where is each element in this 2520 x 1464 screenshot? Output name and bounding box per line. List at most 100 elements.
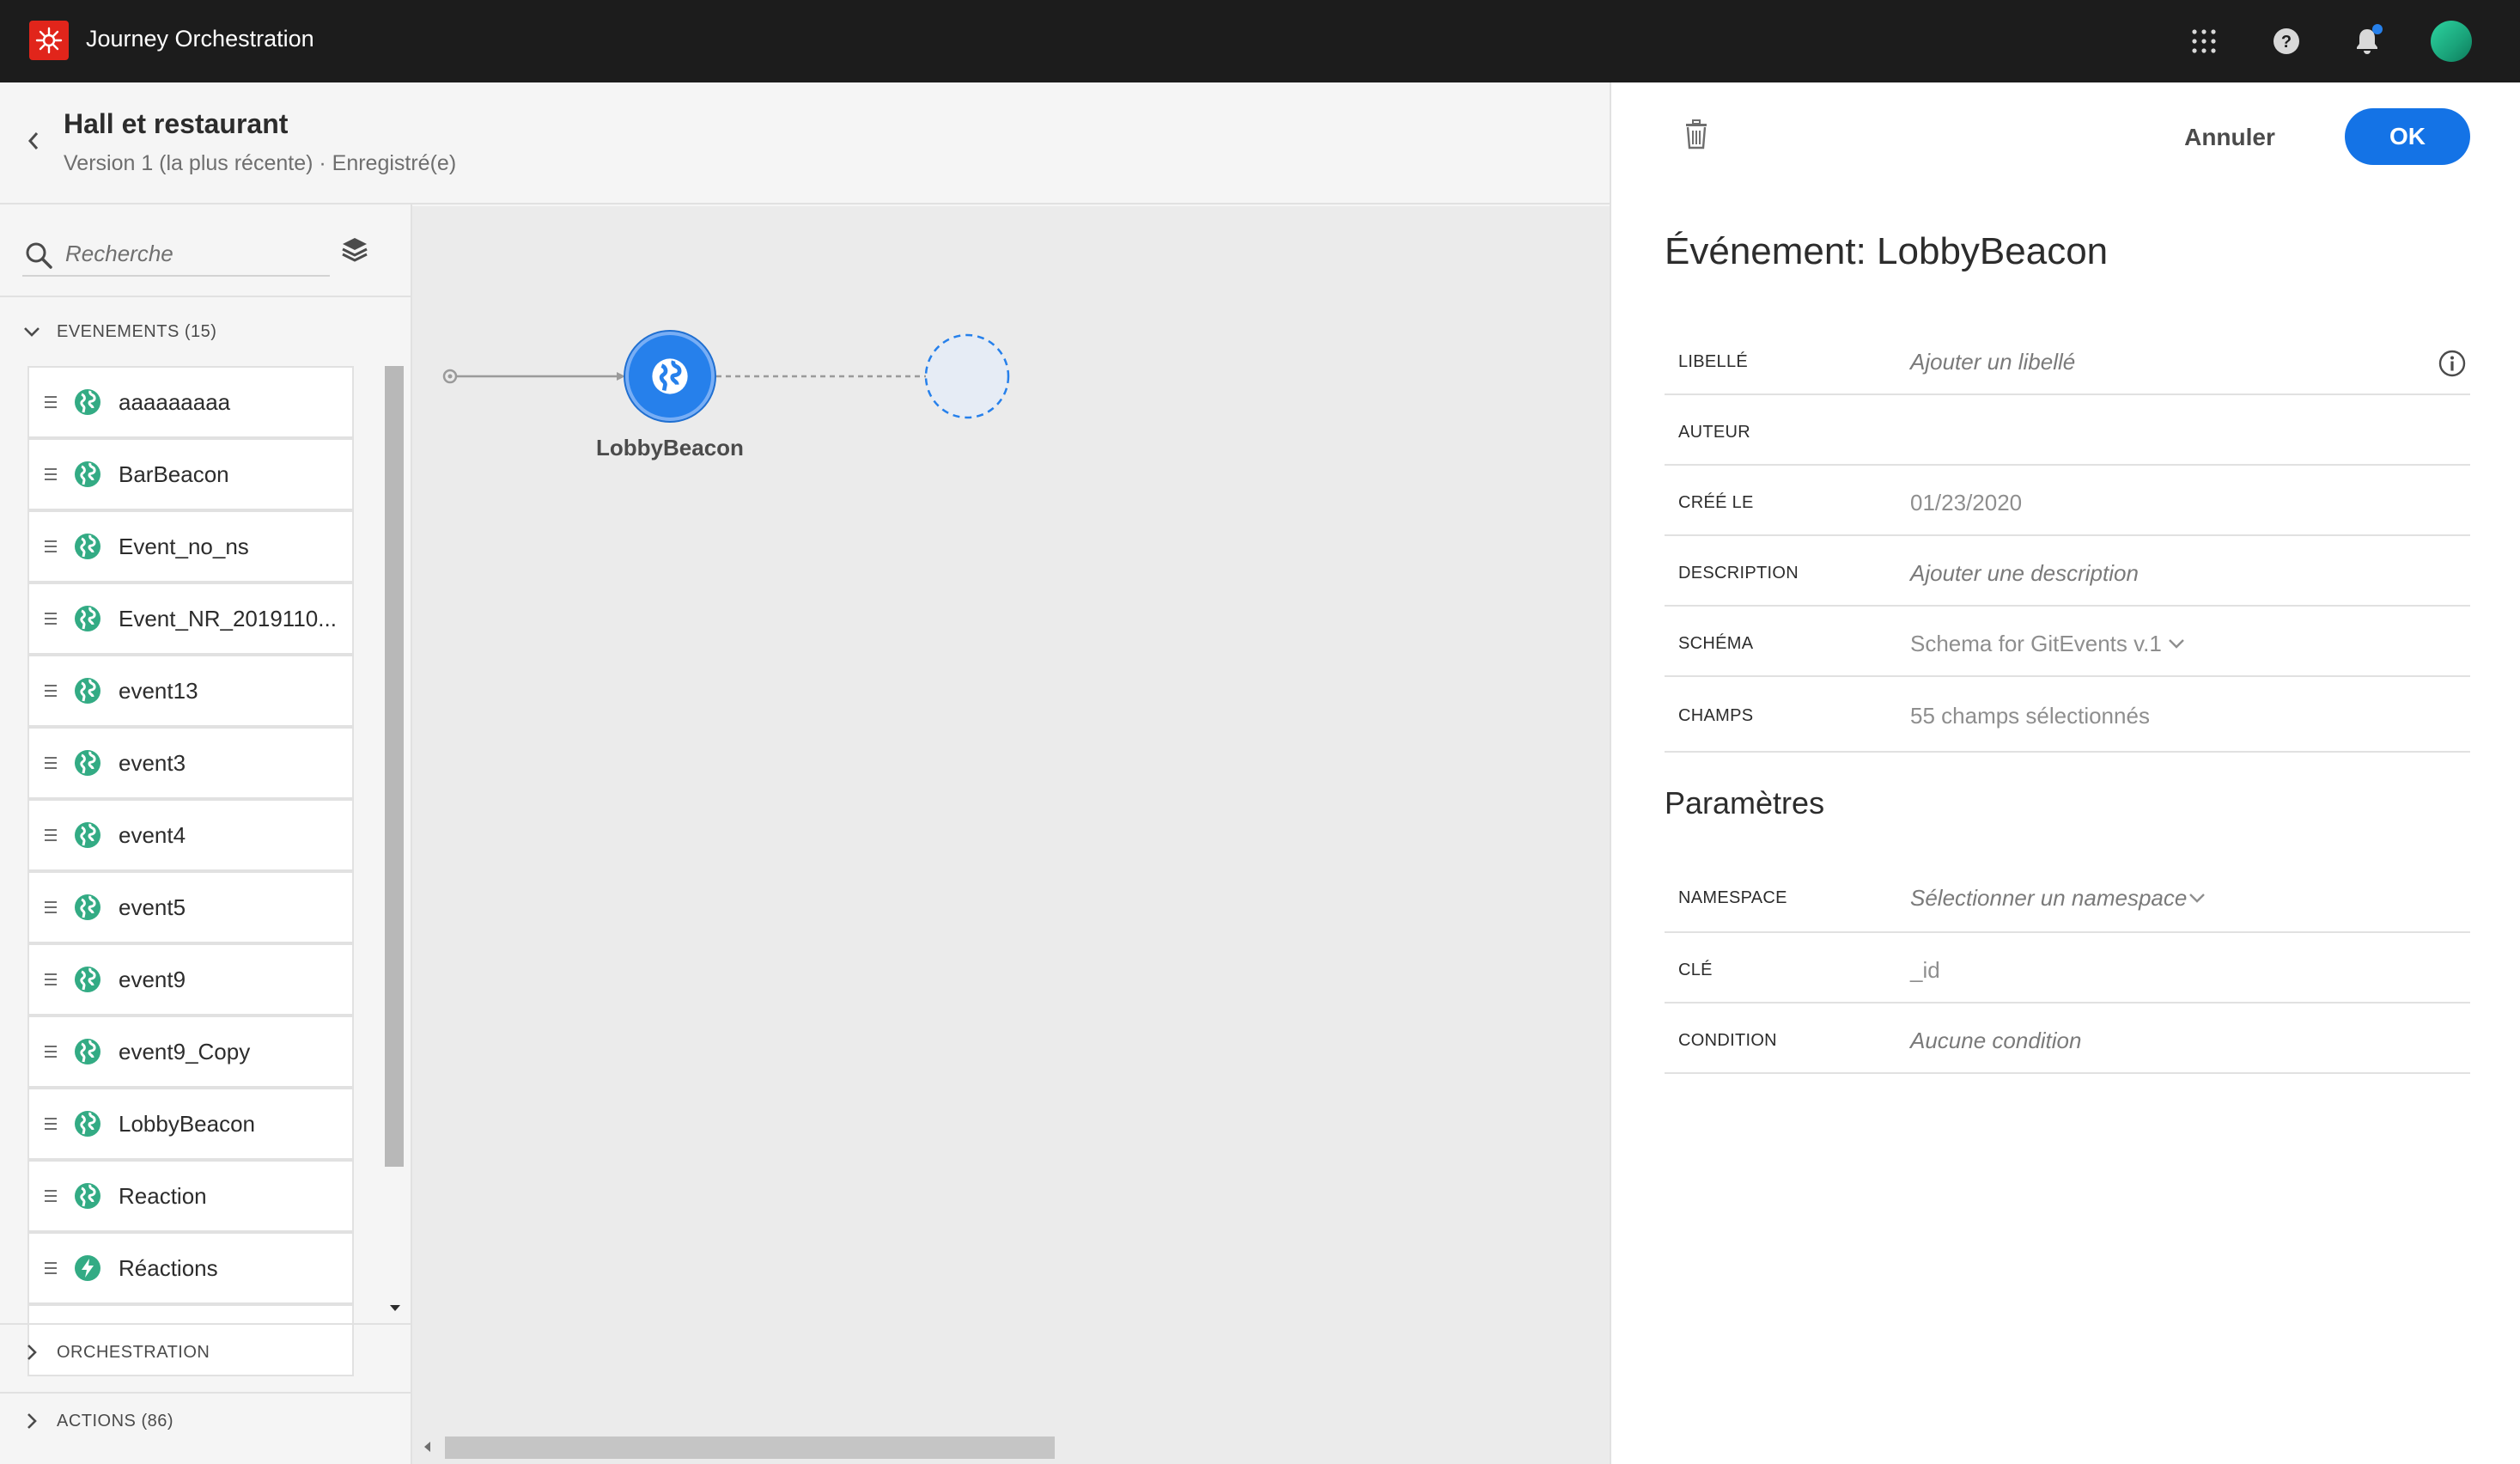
property-label: CONDITION <box>1678 1031 1777 1050</box>
notifications-bell-icon[interactable] <box>2348 22 2386 60</box>
list-item[interactable]: event4 <box>27 799 354 871</box>
label-field[interactable]: Ajouter un libellé <box>1910 349 2075 375</box>
event-label: aaaaaaaaa <box>119 388 231 415</box>
event-label: event4 <box>119 821 186 848</box>
journey-version-status: Version 1 (la plus récente) · Enregistré… <box>64 151 457 175</box>
event-list: aaaaaaaaa BarBeacon Event_no_ns Event_NR… <box>27 366 354 1464</box>
drag-handle-icon[interactable] <box>45 685 57 697</box>
trash-icon[interactable] <box>1683 119 1709 149</box>
globe-icon <box>75 822 100 848</box>
property-label: AUTEUR <box>1678 423 1751 442</box>
list-item[interactable]: Event_no_ns <box>27 510 354 583</box>
globe-icon <box>75 1183 100 1209</box>
list-item[interactable]: event5 <box>27 871 354 943</box>
chevron-down-icon[interactable] <box>2188 892 2206 904</box>
condition-field[interactable]: Aucune condition <box>1910 1028 2081 1054</box>
property-row-author: AUTEUR <box>1665 397 2470 466</box>
property-row-created: CRÉÉ LE 01/23/2020 <box>1665 467 2470 536</box>
drag-handle-icon[interactable] <box>45 757 57 769</box>
list-item[interactable]: Reaction <box>27 1160 354 1232</box>
event-label: Reaction <box>119 1182 207 1209</box>
drag-handle-icon[interactable] <box>45 973 57 985</box>
globe-icon <box>75 1111 100 1137</box>
orchestration-section-label: ORCHESTRATION <box>57 1342 210 1362</box>
palette-panel: EVENEMENTS (15) aaaaaaaaa BarBeacon Even… <box>0 204 412 1464</box>
list-item[interactable]: Event_NR_2019110... <box>27 583 354 655</box>
created-date-value: 01/23/2020 <box>1910 490 2023 515</box>
drag-handle-icon[interactable] <box>45 1046 57 1058</box>
drag-handle-icon[interactable] <box>45 613 57 625</box>
scroll-down-arrow-icon[interactable] <box>388 1302 402 1313</box>
description-field[interactable]: Ajouter une description <box>1910 560 2139 587</box>
fields-value[interactable]: 55 champs sélectionnés <box>1910 703 2150 729</box>
search-input[interactable] <box>65 239 323 268</box>
layers-icon[interactable] <box>340 235 369 265</box>
back-chevron-icon[interactable] <box>21 125 46 156</box>
event-label: event13 <box>119 677 198 704</box>
event-label: event5 <box>119 894 186 920</box>
drag-handle-icon[interactable] <box>45 1118 57 1130</box>
empty-drop-target[interactable] <box>924 333 1010 419</box>
property-label: SCHÉMA <box>1678 634 1754 653</box>
chevron-down-icon[interactable] <box>2168 637 2185 650</box>
app-title: Journey Orchestration <box>86 26 314 52</box>
journey-title: Hall et restaurant <box>64 108 289 139</box>
lobbybeacon-event-node[interactable] <box>625 332 715 421</box>
property-row-label: LIBELLÉ Ajouter un libellé <box>1665 328 2470 395</box>
list-item[interactable]: BarBeacon <box>27 438 354 510</box>
user-avatar[interactable] <box>2431 21 2472 62</box>
property-label: LIBELLÉ <box>1678 352 1749 371</box>
list-item[interactable]: LobbyBeacon <box>27 1088 354 1160</box>
event-label: Event_NR_2019110... <box>119 605 337 631</box>
drag-handle-icon[interactable] <box>45 901 57 913</box>
drag-handle-icon[interactable] <box>45 1262 57 1274</box>
events-section-label: EVENEMENTS (15) <box>57 321 217 341</box>
drag-handle-icon[interactable] <box>45 468 57 480</box>
parameters-title: Paramètres <box>1665 785 1825 820</box>
globe-icon <box>75 1039 100 1064</box>
list-item[interactable]: Réactions <box>27 1232 354 1304</box>
canvas-flow <box>442 333 1010 419</box>
drag-handle-icon[interactable] <box>45 396 57 408</box>
help-icon[interactable]: ? <box>2267 22 2305 60</box>
list-item[interactable]: aaaaaaaaa <box>27 366 354 438</box>
chevron-right-icon <box>21 1341 43 1363</box>
vertical-scrollbar[interactable] <box>385 366 404 1167</box>
cancel-button[interactable]: Annuler <box>2175 112 2285 163</box>
property-label: CLÉ <box>1678 961 1713 979</box>
namespace-select[interactable]: Sélectionner un namespace <box>1910 885 2187 912</box>
property-label: CRÉÉ LE <box>1678 493 1754 512</box>
list-item[interactable]: event9 <box>27 943 354 1016</box>
drag-handle-icon[interactable] <box>45 540 57 552</box>
property-label: CHAMPS <box>1678 706 1754 725</box>
key-field[interactable]: _id <box>1910 957 1940 984</box>
scroll-left-arrow-icon[interactable] <box>423 1440 433 1454</box>
property-row-schema: SCHÉMA Schema for GitEvents v.1 <box>1665 608 2470 677</box>
globe-icon <box>75 606 100 631</box>
actions-section-header[interactable]: ACTIONS (86) <box>0 1395 411 1447</box>
drag-handle-icon[interactable] <box>45 1190 57 1202</box>
event-properties-panel: Annuler OK Événement: LobbyBeacon LIBELL… <box>1610 82 2520 1464</box>
node-label: LobbyBeacon <box>596 435 744 461</box>
journey-canvas[interactable]: LobbyBeacon <box>412 206 1610 1464</box>
globe-icon <box>75 389 100 415</box>
adobe-logo-icon[interactable] <box>29 21 69 60</box>
list-item[interactable]: event9_Copy <box>27 1016 354 1088</box>
apps-grid-icon[interactable] <box>2185 22 2223 60</box>
globe-icon <box>75 534 100 559</box>
list-item[interactable]: event3 <box>27 727 354 799</box>
drag-handle-icon[interactable] <box>45 829 57 841</box>
events-section-header[interactable]: EVENEMENTS (15) <box>0 306 411 357</box>
divider <box>0 1323 411 1325</box>
info-icon[interactable] <box>2438 349 2467 378</box>
panel-title: Événement: LobbyBeacon <box>1665 230 2109 272</box>
schema-select[interactable]: Schema for GitEvents v.1 <box>1910 631 2162 657</box>
orchestration-section-header[interactable]: ORCHESTRATION <box>0 1327 411 1378</box>
search-icon <box>26 242 52 269</box>
property-row-description: DESCRIPTION Ajouter une description <box>1665 538 2470 607</box>
ok-button[interactable]: OK <box>2345 108 2470 165</box>
list-item[interactable]: event13 <box>27 655 354 727</box>
horizontal-scrollbar[interactable] <box>445 1437 1055 1459</box>
search-box <box>22 230 330 277</box>
property-label: DESCRIPTION <box>1678 564 1799 583</box>
